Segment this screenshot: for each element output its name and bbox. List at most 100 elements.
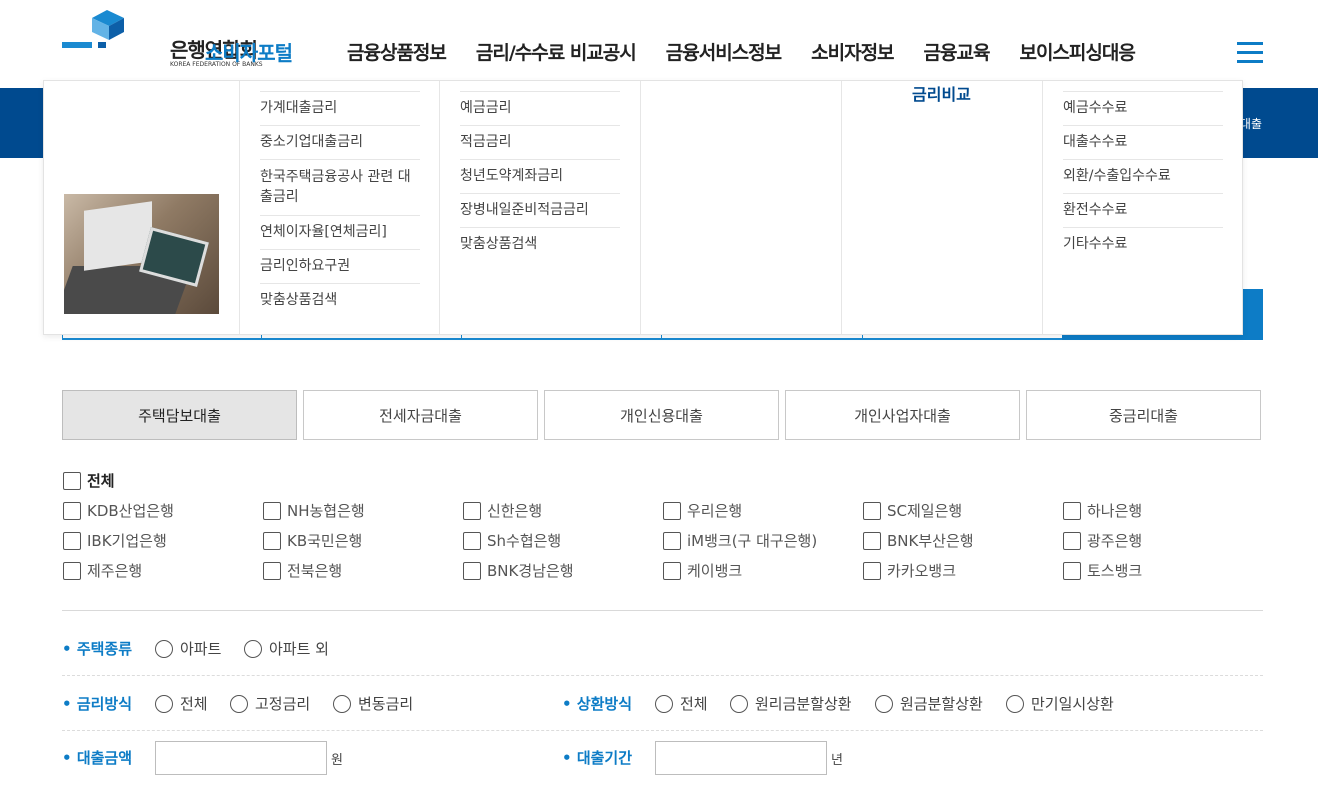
checkbox-icon[interactable] (63, 471, 81, 490)
tab-personal-credit[interactable]: 개인신용대출 (544, 390, 779, 440)
checkbox-icon[interactable] (1063, 501, 1081, 520)
checkbox-label: SC제일은행 (887, 502, 963, 520)
menu-item[interactable]: 가계대출금리 (260, 91, 420, 125)
portal-title[interactable]: 소비자포털 (205, 37, 293, 66)
menu-item[interactable]: 기타수수료 (1063, 227, 1223, 261)
checkbox-bank[interactable]: iM뱅크(구 대구은행) (663, 530, 817, 551)
menu-rate-compare-title[interactable]: 금리비교 (912, 81, 971, 105)
radio-repay-principal-interest[interactable]: 원리금분할상환 (730, 693, 852, 714)
radio-house-apartment[interactable]: 아파트 (155, 638, 221, 659)
radio-house-other[interactable]: 아파트 외 (244, 638, 329, 659)
menu-item[interactable]: 외환/수출입수수료 (1063, 159, 1223, 193)
checkbox-bank[interactable]: 제주은행 (63, 560, 142, 581)
radio-icon[interactable] (730, 694, 748, 713)
checkbox-bank[interactable]: NH농협은행 (263, 500, 365, 521)
menu-item[interactable]: 한국주택금융공사 관련 대출금리 (260, 159, 420, 215)
radio-rate-fixed[interactable]: 고정금리 (230, 693, 310, 714)
radio-icon[interactable] (230, 694, 248, 713)
checkbox-icon[interactable] (263, 531, 281, 550)
checkbox-icon[interactable] (263, 561, 281, 580)
checkbox-icon[interactable] (663, 531, 681, 550)
checkbox-label: 토스뱅크 (1087, 562, 1143, 580)
checkbox-icon[interactable] (863, 531, 881, 550)
menu-item[interactable]: 중소기업대출금리 (260, 125, 420, 159)
tab-mid-rate[interactable]: 중금리대출 (1026, 390, 1261, 440)
checkbox-bank[interactable]: BNK부산은행 (863, 530, 974, 551)
menu-item[interactable]: 장병내일준비적금금리 (460, 193, 620, 227)
menu-item[interactable]: 청년도약계좌금리 (460, 159, 620, 193)
nav-consumer-info[interactable]: 소비자정보 (811, 38, 894, 65)
checkbox-bank[interactable]: 우리은행 (663, 500, 742, 521)
checkbox-icon[interactable] (1063, 531, 1081, 550)
radio-repay-all[interactable]: 전체 (655, 693, 708, 714)
menu-item[interactable]: 예금금리 (460, 91, 620, 125)
loan-amount-label: 대출금액 (62, 747, 132, 768)
checkbox-bank[interactable]: 전북은행 (263, 560, 342, 581)
menu-item[interactable]: 적금금리 (460, 125, 620, 159)
menu-item[interactable]: 맞춤상품검색 (460, 227, 620, 261)
divider (62, 730, 1263, 731)
nav-rate-compare[interactable]: 금리/수수료 비교공시 (476, 38, 637, 65)
checkbox-bank[interactable]: 광주은행 (1063, 530, 1142, 551)
checkbox-label: 전체 (87, 472, 115, 490)
menu-item[interactable]: 대출수수료 (1063, 125, 1223, 159)
radio-icon[interactable] (244, 639, 262, 658)
checkbox-icon[interactable] (1063, 561, 1081, 580)
menu-item[interactable]: 예금수수료 (1063, 91, 1223, 125)
nav-services[interactable]: 금융서비스정보 (666, 38, 782, 65)
menu-loan-rates: 가계대출금리 중소기업대출금리 한국주택금융공사 관련 대출금리 연체이자율[연… (260, 91, 420, 317)
menu-item[interactable]: 맞춤상품검색 (260, 283, 420, 317)
menu-item[interactable]: 금리인하요구권 (260, 249, 420, 283)
radio-icon[interactable] (655, 694, 673, 713)
checkbox-icon[interactable] (863, 501, 881, 520)
checkbox-bank[interactable]: 토스뱅크 (1063, 560, 1142, 581)
checkbox-all-banks[interactable]: 전체 (63, 470, 115, 491)
checkbox-bank[interactable]: SC제일은행 (863, 500, 962, 521)
checkbox-label: 우리은행 (687, 502, 743, 520)
radio-repay-principal[interactable]: 원금분할상환 (875, 693, 983, 714)
radio-label: 원리금분할상환 (755, 695, 852, 713)
checkbox-bank[interactable]: IBK기업은행 (63, 530, 167, 551)
radio-icon[interactable] (155, 639, 173, 658)
checkbox-icon[interactable] (663, 501, 681, 520)
radio-rate-all[interactable]: 전체 (155, 693, 208, 714)
checkbox-icon[interactable] (63, 531, 81, 550)
nav-education[interactable]: 금융교육 (924, 38, 991, 65)
checkbox-icon[interactable] (463, 561, 481, 580)
checkbox-icon[interactable] (63, 501, 81, 520)
checkbox-bank[interactable]: BNK경남은행 (463, 560, 574, 581)
radio-icon[interactable] (875, 694, 893, 713)
banner-text: 대출 (1239, 117, 1262, 131)
checkbox-label: KB국민은행 (287, 532, 363, 550)
radio-icon[interactable] (1006, 694, 1024, 713)
radio-repay-bullet[interactable]: 만기일시상환 (1006, 693, 1114, 714)
nav-voice-phishing[interactable]: 보이스피싱대응 (1019, 38, 1135, 65)
radio-icon[interactable] (155, 694, 173, 713)
tab-jeonse[interactable]: 전세자금대출 (303, 390, 538, 440)
checkbox-icon[interactable] (63, 561, 81, 580)
checkbox-icon[interactable] (263, 501, 281, 520)
checkbox-bank[interactable]: 케이뱅크 (663, 560, 742, 581)
radio-rate-variable[interactable]: 변동금리 (333, 693, 413, 714)
checkbox-bank[interactable]: 하나은행 (1063, 500, 1142, 521)
nav-products[interactable]: 금융상품정보 (347, 38, 447, 65)
checkbox-bank[interactable]: KDB산업은행 (63, 500, 174, 521)
radio-icon[interactable] (333, 694, 351, 713)
checkbox-icon[interactable] (463, 501, 481, 520)
checkbox-icon[interactable] (663, 561, 681, 580)
loan-period-input[interactable] (655, 741, 827, 775)
loan-amount-input[interactable] (155, 741, 327, 775)
checkbox-label: 신한은행 (487, 502, 543, 520)
tab-sole-proprietor[interactable]: 개인사업자대출 (785, 390, 1020, 440)
checkbox-bank[interactable]: 카카오뱅크 (863, 560, 956, 581)
checkbox-icon[interactable] (863, 561, 881, 580)
menu-icon[interactable] (1237, 40, 1263, 66)
menu-item[interactable]: 연체이자율[연체금리] (260, 215, 420, 249)
checkbox-bank[interactable]: Sh수협은행 (463, 530, 561, 551)
checkbox-bank[interactable]: 신한은행 (463, 500, 542, 521)
menu-item[interactable]: 환전수수료 (1063, 193, 1223, 227)
menu-photo (64, 194, 219, 314)
tab-mortgage[interactable]: 주택담보대출 (62, 390, 297, 440)
checkbox-bank[interactable]: KB국민은행 (263, 530, 362, 551)
checkbox-icon[interactable] (463, 531, 481, 550)
